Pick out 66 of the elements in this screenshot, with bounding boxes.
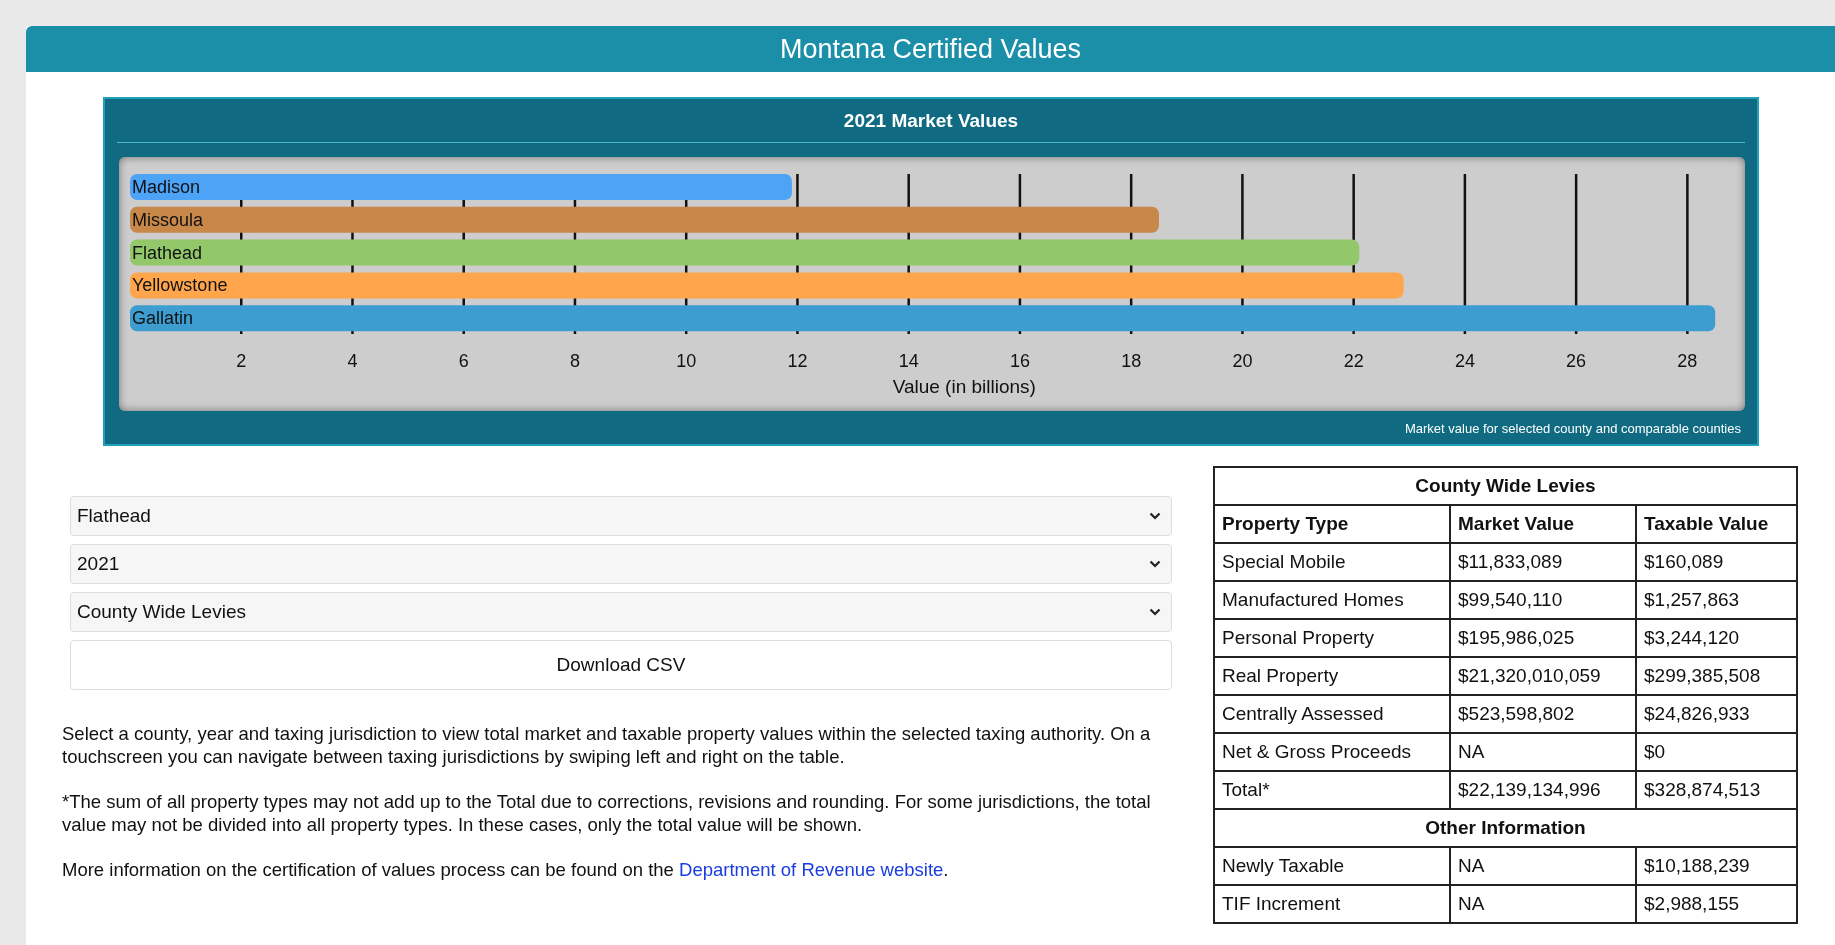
tick-label: 24 bbox=[1454, 351, 1475, 371]
chart-caption: Market value for selected county and comparable counties bbox=[1404, 421, 1741, 436]
dropdown[interactable]: 2021 bbox=[70, 544, 1172, 584]
table-title: County Wide Levies bbox=[1214, 467, 1797, 505]
tick-label: 18 bbox=[1121, 351, 1142, 371]
tick-label: 8 bbox=[569, 351, 580, 371]
table-cell: Total* bbox=[1214, 771, 1450, 809]
tick-label: 10 bbox=[676, 351, 697, 371]
table-cell: $22,139,134,996 bbox=[1450, 771, 1636, 809]
tick-label: 16 bbox=[1009, 351, 1030, 371]
table-cell: $11,833,089 bbox=[1450, 543, 1636, 581]
table-cell: Newly Taxable bbox=[1214, 847, 1450, 885]
bar-label: Yellowstone bbox=[132, 275, 228, 296]
dropdown[interactable]: Flathead bbox=[70, 496, 1172, 536]
bar-label: Missoula bbox=[132, 209, 204, 230]
table-cell: NA bbox=[1450, 733, 1636, 771]
table-cell: $195,986,025 bbox=[1450, 619, 1636, 657]
table-cell: $328,874,513 bbox=[1636, 771, 1797, 809]
tick-label: 6 bbox=[458, 351, 469, 371]
table-cell: TIF Increment bbox=[1214, 885, 1450, 923]
download-button[interactable]: Download CSV bbox=[70, 640, 1172, 690]
chevron-down-icon bbox=[1149, 560, 1161, 568]
axis-title: Value (in billions) bbox=[892, 376, 1036, 397]
dropdown[interactable]: County Wide Levies bbox=[70, 592, 1172, 632]
table-cell: $299,385,508 bbox=[1636, 657, 1797, 695]
tick-label: 4 bbox=[347, 351, 358, 371]
table-cell: $21,320,010,059 bbox=[1450, 657, 1636, 695]
table-cell: $99,540,110 bbox=[1450, 581, 1636, 619]
page-title: Montana Certified Values bbox=[779, 33, 1082, 65]
bar-label: Flathead bbox=[132, 242, 203, 263]
table-cell: Manufactured Homes bbox=[1214, 581, 1450, 619]
table-cell: NA bbox=[1450, 885, 1636, 923]
section-title: Other Information bbox=[1214, 809, 1797, 847]
bar-label: Madison bbox=[132, 177, 201, 197]
tick-label: 26 bbox=[1566, 351, 1587, 371]
tick-label: 22 bbox=[1343, 351, 1364, 371]
table-cell: $24,826,933 bbox=[1636, 695, 1797, 733]
column-header: Market Value bbox=[1450, 505, 1636, 543]
table-cell: Special Mobile bbox=[1214, 543, 1450, 581]
table-cell: $160,089 bbox=[1636, 543, 1797, 581]
paragraph: Select a county, year and taxing jurisdiction to view total market and taxable property values within the selected taxing authority. On a touchscreen you can navigate between taxing jurisdictions by swiping left and right on the table. bbox=[62, 722, 1152, 768]
table-cell: Personal Property bbox=[1214, 619, 1450, 657]
link[interactable]: Department of Revenue website bbox=[679, 859, 944, 880]
tick-label: 28 bbox=[1677, 351, 1698, 371]
table-cell: $10,188,239 bbox=[1636, 847, 1797, 885]
table-cell: NA bbox=[1450, 847, 1636, 885]
table-cell: $1,257,863 bbox=[1636, 581, 1797, 619]
table-cell: $523,598,802 bbox=[1450, 695, 1636, 733]
paragraph: *The sum of all property types may not add up to the Total due to corrections, revisions and rounding. For some jurisdictions, the total value may not be divided into all property types. In these cases, only the total value will be shown. bbox=[62, 790, 1152, 836]
chevron-down-icon bbox=[1149, 512, 1161, 520]
paragraph: More information on the certification of values process can be found on the Department of Revenue website. bbox=[62, 858, 950, 881]
tick-label: 14 bbox=[898, 351, 919, 371]
bar-label: Gallatin bbox=[132, 308, 194, 329]
table-cell: Net & Gross Proceeds bbox=[1214, 733, 1450, 771]
table-cell: $3,244,120 bbox=[1636, 619, 1797, 657]
column-header: Taxable Value bbox=[1636, 505, 1797, 543]
column-header: Property Type bbox=[1214, 505, 1450, 543]
tick-label: 12 bbox=[787, 351, 808, 371]
table-cell: Real Property bbox=[1214, 657, 1450, 695]
tick-label: 2 bbox=[236, 351, 247, 371]
chevron-down-icon bbox=[1149, 608, 1161, 616]
tick-label: 20 bbox=[1232, 351, 1253, 371]
chart-title: 2021 Market Values bbox=[117, 99, 1745, 143]
table-cell: Centrally Assessed bbox=[1214, 695, 1450, 733]
table-cell: $2,988,155 bbox=[1636, 885, 1797, 923]
table-cell: $0 bbox=[1636, 733, 1797, 771]
